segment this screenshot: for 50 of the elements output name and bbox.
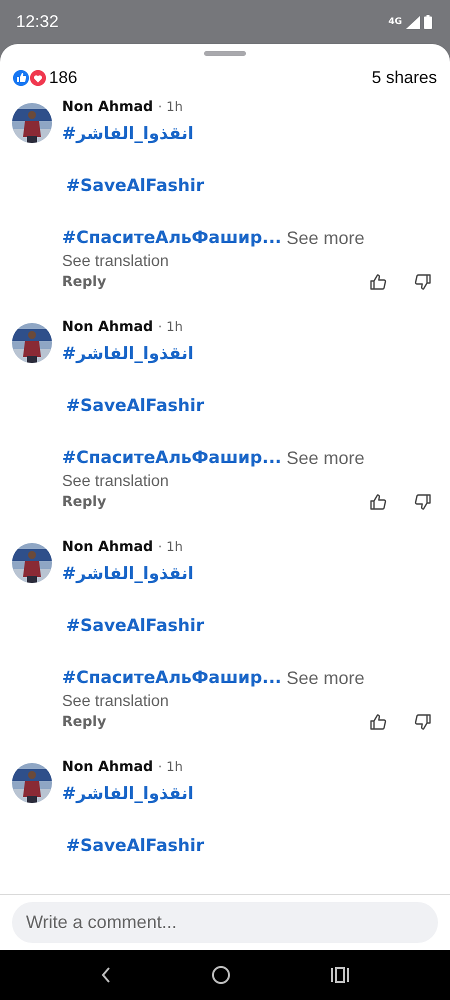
thumbs-down-icon[interactable] bbox=[414, 713, 432, 731]
drag-handle[interactable] bbox=[204, 51, 246, 56]
see-more-link[interactable]: See more bbox=[286, 668, 365, 688]
comment-field[interactable]: Write a comment... bbox=[12, 902, 438, 943]
hashtag-link[interactable]: #СпаситеАльФашир... bbox=[62, 668, 282, 688]
see-more-link[interactable]: See more bbox=[286, 228, 365, 248]
hashtag-link[interactable]: #انقذوا_الفاشر bbox=[62, 564, 194, 584]
signal-icon bbox=[406, 16, 420, 28]
thumbs-up-icon[interactable] bbox=[369, 713, 387, 731]
avatar[interactable] bbox=[12, 763, 52, 803]
thumbs-up-icon[interactable] bbox=[369, 273, 387, 291]
author-name[interactable]: Non Ahmad bbox=[62, 319, 154, 335]
author-name[interactable]: Non Ahmad bbox=[62, 99, 154, 115]
battery-icon bbox=[424, 15, 432, 29]
reply-link[interactable]: Reply bbox=[62, 714, 106, 730]
network-type: 4G bbox=[388, 17, 402, 27]
hashtag-link[interactable]: #انقذوا_الفاشر bbox=[62, 784, 194, 804]
comment-time: · 1h bbox=[158, 320, 183, 335]
comment-time: · 1h bbox=[158, 100, 183, 115]
hashtag-link[interactable]: #انقذوا_الفاشر bbox=[62, 344, 194, 364]
hashtag-link[interactable]: #انقذوا_الفاشر bbox=[62, 124, 194, 144]
hashtag-link[interactable]: #SaveAlFashir bbox=[66, 396, 204, 416]
home-icon[interactable] bbox=[210, 965, 231, 985]
avatar[interactable] bbox=[12, 323, 52, 363]
hashtag-link[interactable]: #СпаситеАльФашир... bbox=[62, 448, 282, 468]
hashtag-link[interactable]: #SaveAlFashir bbox=[66, 176, 204, 196]
author-name[interactable]: Non Ahmad bbox=[62, 759, 154, 775]
avatar[interactable] bbox=[12, 103, 52, 143]
reply-link[interactable]: Reply bbox=[62, 274, 106, 290]
thumbs-down-icon[interactable] bbox=[414, 493, 432, 511]
see-translation-link[interactable]: See translation bbox=[62, 473, 169, 491]
hashtag-link[interactable]: #СпаситеАльФашир... bbox=[62, 228, 282, 248]
thumbs-up-icon[interactable] bbox=[369, 493, 387, 511]
back-icon[interactable] bbox=[100, 966, 112, 984]
comment-time: · 1h bbox=[158, 540, 183, 555]
status-time: 12:32 bbox=[16, 12, 59, 32]
thumbs-down-icon[interactable] bbox=[414, 273, 432, 291]
hashtag-link[interactable]: #SaveAlFashir bbox=[66, 836, 204, 856]
avatar[interactable] bbox=[12, 543, 52, 583]
reply-link[interactable]: Reply bbox=[62, 494, 106, 510]
recent-apps-icon[interactable] bbox=[330, 967, 350, 983]
comment-time: · 1h bbox=[158, 760, 183, 775]
reaction-icons bbox=[12, 69, 48, 87]
see-translation-link[interactable]: See translation bbox=[62, 693, 169, 711]
reaction-count[interactable]: 186 bbox=[49, 68, 78, 88]
hashtag-link[interactable]: #SaveAlFashir bbox=[66, 616, 204, 636]
shares-count[interactable]: 5 shares bbox=[372, 68, 437, 88]
see-more-link[interactable]: See more bbox=[286, 448, 365, 468]
see-translation-link[interactable]: See translation bbox=[62, 253, 169, 271]
author-name[interactable]: Non Ahmad bbox=[62, 539, 154, 555]
